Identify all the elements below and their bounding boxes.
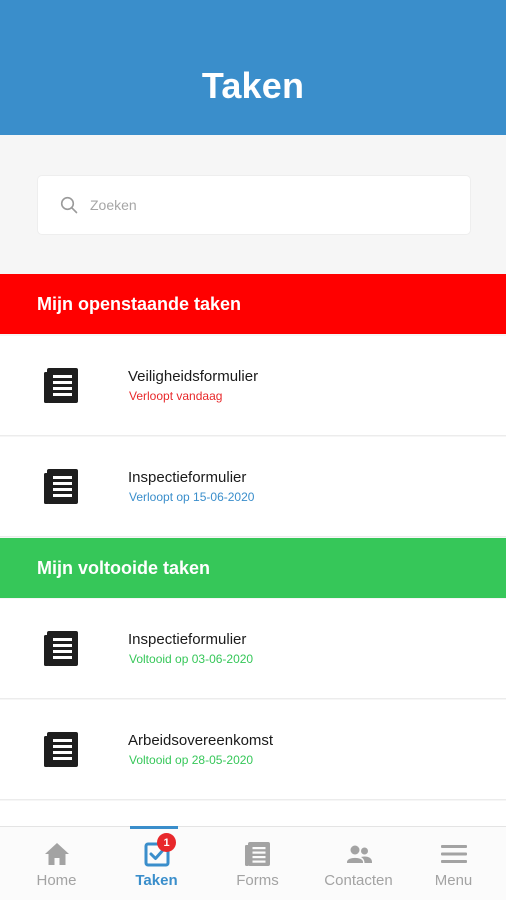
search-icon: [60, 196, 78, 214]
tab-menu[interactable]: Menu: [403, 827, 504, 900]
tab-contacten[interactable]: Contacten: [308, 827, 409, 900]
tab-taken[interactable]: Taken: [106, 827, 207, 900]
tab-home[interactable]: Home: [6, 827, 107, 900]
tab-forms[interactable]: Forms: [207, 827, 308, 900]
tab-label: Home: [36, 872, 77, 889]
bottom-tab-bar: Home Taken Forms Contacten Menu: [0, 826, 506, 900]
task-status: Verloopt op 15-06-2020: [129, 490, 255, 504]
document-icon: [44, 732, 78, 767]
task-row[interactable]: Arbeidsovereenkomst Voltooid op 28-05-20…: [0, 700, 506, 800]
task-title: Inspectieformulier: [128, 631, 247, 648]
task-status: Verloopt vandaag: [129, 389, 223, 403]
task-row[interactable]: Inspectieformulier Verloopt op 15-06-202…: [0, 437, 506, 537]
tab-label: Contacten: [324, 872, 393, 889]
document-icon: [44, 469, 78, 504]
task-status: Voltooid op 28-05-2020: [129, 753, 254, 767]
search-bar[interactable]: [38, 176, 470, 234]
section-header-open-tasks: Mijn openstaande taken: [0, 274, 506, 334]
task-row[interactable]: Veiligheidsformulier Verloopt vandaag: [0, 336, 506, 436]
menu-icon: [440, 845, 467, 863]
search-input[interactable]: [90, 197, 450, 213]
tab-label: Menu: [434, 872, 473, 889]
tab-label: Taken: [135, 872, 178, 889]
section-header-completed-tasks: Mijn voltooide taken: [0, 538, 506, 598]
document-icon: [44, 368, 78, 403]
tab-label: Forms: [236, 872, 279, 889]
task-title: Arbeidsovereenkomst: [128, 732, 274, 749]
task-status: Voltooid op 03-06-2020: [129, 652, 254, 666]
forms-icon: [244, 842, 270, 866]
home-icon: [44, 843, 69, 865]
document-icon: [44, 631, 78, 666]
page-title: Taken: [201, 64, 305, 106]
task-row[interactable]: Inspectieformulier Voltooid op 03-06-202…: [0, 599, 506, 699]
task-title: Inspectieformulier: [128, 469, 247, 486]
header-bar: Taken: [0, 0, 506, 135]
contacts-icon: [346, 845, 372, 863]
task-title: Veiligheidsformulier: [128, 368, 259, 385]
list-item-partial: [0, 801, 506, 826]
notification-badge: 1: [157, 833, 176, 852]
